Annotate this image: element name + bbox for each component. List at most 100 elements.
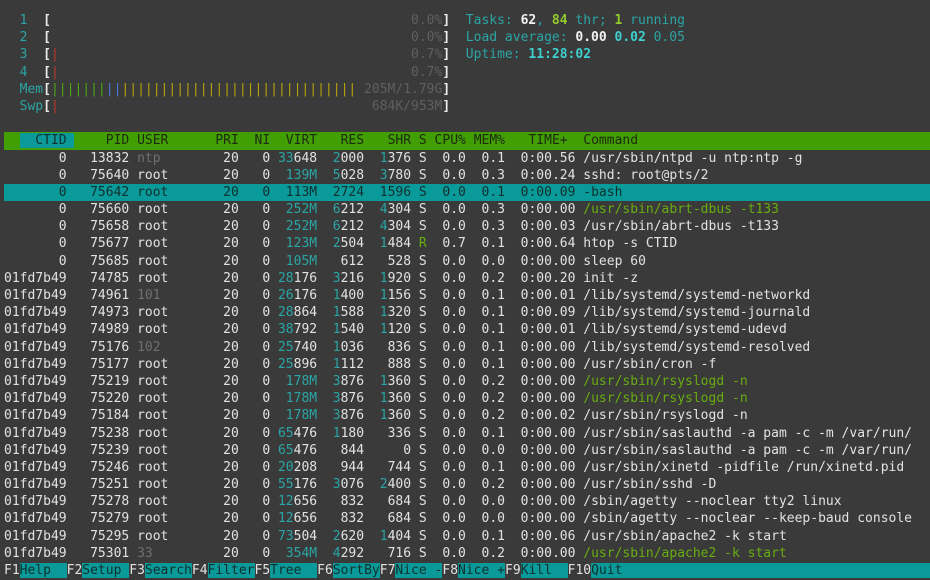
process-row-74989[interactable]: 01fd7b49 74989 root 20 0 38792 1540 1120… (4, 321, 930, 338)
fkey-label-kill[interactable]: Kill (520, 563, 568, 578)
cell-mem: 0.1 (473, 339, 506, 355)
process-row-75184[interactable]: 01fd7b49 75184 root 20 0 178M 3876 1360 … (4, 407, 930, 424)
mem-value: 400 (387, 477, 412, 493)
column-header-command[interactable]: Command (583, 133, 638, 148)
column-header-time[interactable]: TIME+ (513, 133, 576, 148)
fkey-label-filter[interactable]: Filter (207, 563, 255, 578)
process-row-13832[interactable]: 0 13832 ntp 20 0 33648 2000 1376 S 0.0 0… (4, 150, 930, 167)
process-row-75278[interactable]: 01fd7b49 75278 root 20 0 12656 832 684 S… (4, 493, 930, 510)
process-row-75640[interactable]: 0 75640 root 20 0 139M 5028 3780 S 0.0 0… (4, 167, 930, 184)
fkey-f6[interactable]: F6 (317, 563, 333, 578)
cell-pri: 20 (215, 545, 239, 561)
cell-ni: 0 (246, 408, 271, 424)
process-row-75677[interactable]: 0 75677 root 20 0 123M 2504 1484 R 0.7 0… (4, 235, 930, 252)
process-row-75246[interactable]: 01fd7b49 75246 root 20 0 20208 944 744 S… (4, 459, 930, 476)
process-row-75301[interactable]: 01fd7b49 75301 33 20 0 354M 4292 716 S 0… (4, 545, 930, 562)
mem-value: 876 (340, 408, 365, 424)
meter-space (51, 30, 411, 45)
fkey-label-setup[interactable]: Setup (82, 563, 130, 578)
process-row-75658[interactable]: 0 75658 root 20 0 252M 6212 4304 S 0.0 0… (4, 218, 930, 235)
column-header-pri[interactable]: PRI (215, 133, 238, 148)
fkey-label-nice[interactable]: Nice - (395, 563, 443, 578)
process-row-74973[interactable]: 01fd7b49 74973 root 20 0 28864 1588 1320… (4, 304, 930, 321)
fkey-f9[interactable]: F9 (505, 563, 521, 578)
process-row-75660[interactable]: 0 75660 root 20 0 252M 6212 4304 S 0.0 0… (4, 201, 930, 218)
cell-mem: 0.2 (473, 408, 506, 424)
mem-value: 484 (387, 236, 412, 252)
cell-state: S (418, 356, 427, 372)
fkey-f2[interactable]: F2 (67, 563, 83, 578)
cell-pri: 20 (215, 494, 239, 510)
process-row-74961[interactable]: 01fd7b49 74961 101 20 0 26176 1400 1156 … (4, 287, 930, 304)
process-row-75642[interactable]: 0 75642 root 20 0 113M 2724 1596 S 0.0 0… (4, 183, 930, 202)
tasks-summary-segment: , (536, 13, 552, 28)
column-header-shr[interactable]: SHR (372, 133, 412, 148)
column-header-cpu[interactable]: CPU% (435, 133, 466, 148)
process-row-74785[interactable]: 01fd7b49 74785 root 20 0 28176 3216 1920… (4, 270, 930, 287)
mem-value: 336 (371, 425, 412, 441)
load-average: Load average: 0.00 0.02 0.05 (466, 30, 685, 45)
fkey-f1[interactable]: F1 (4, 563, 20, 578)
column-header-user[interactable]: USER (137, 133, 215, 148)
fkey-label-quit[interactable]: Quit (591, 563, 930, 578)
fkey-label-nice[interactable]: Nice + (458, 563, 505, 578)
fkey-f3[interactable]: F3 (129, 563, 145, 578)
fkey-f7[interactable]: F7 (380, 563, 396, 578)
process-row-75251[interactable]: 01fd7b49 75251 root 20 0 55176 3076 2400… (4, 476, 930, 493)
cell-cpu: 0.0 (434, 425, 466, 441)
fkey-f5[interactable]: F5 (255, 563, 271, 578)
cell-command: /usr/sbin/xinetd -pidfile /run/xinetd.pi… (583, 459, 905, 475)
process-row-75239[interactable]: 01fd7b49 75239 root 20 0 65476 844 0 S 0… (4, 442, 930, 459)
process-row-75177[interactable]: 01fd7b49 75177 root 20 0 25896 1112 888 … (4, 356, 930, 373)
swap-meter-label: Swp (19, 98, 44, 114)
process-row-75219[interactable]: 01fd7b49 75219 root 20 0 178M 3876 1360 … (4, 373, 930, 390)
mem-value-thousands: 4 (371, 202, 388, 218)
column-header-mem[interactable]: MEM% (474, 133, 505, 148)
fkey-label-search[interactable]: Search (144, 563, 192, 578)
cell-command: /usr/sbin/saslauthd -a pam -c -m /var/ru… (583, 425, 913, 441)
mem-value: 864 (293, 305, 318, 321)
cell-cpu: 0.0 (434, 184, 466, 200)
column-header-pid[interactable]: PID (74, 133, 130, 148)
column-header-res[interactable]: RES (325, 133, 365, 148)
column-header-ctid[interactable]: CTID (19, 133, 75, 149)
column-header-virt[interactable]: VIRT (278, 133, 317, 148)
cell-cpu: 0.0 (434, 373, 466, 389)
fkey-f4[interactable]: F4 (192, 563, 208, 578)
process-row-75295[interactable]: 01fd7b49 75295 root 20 0 73504 2620 1404… (4, 528, 930, 545)
fkey-f10[interactable]: F10 (568, 563, 591, 578)
process-row-75220[interactable]: 01fd7b49 75220 root 20 0 178M 3876 1360 … (4, 390, 930, 407)
mem-value-thousands: 28 (277, 270, 294, 286)
fkey-f8[interactable]: F8 (442, 563, 458, 578)
column-header-state[interactable]: S (419, 133, 427, 148)
cell-ni: 0 (246, 167, 271, 183)
process-row-75238[interactable]: 01fd7b49 75238 root 20 0 65476 1180 336 … (4, 425, 930, 442)
fkey-label-sortby[interactable]: SortBy (332, 563, 380, 578)
process-row-75279[interactable]: 01fd7b49 75279 root 20 0 12656 832 684 S… (4, 510, 930, 527)
process-row-75685[interactable]: 0 75685 root 20 0 105M 612 528 S 0.0 0.0… (4, 253, 930, 270)
process-row-75176[interactable]: 01fd7b49 75176 102 20 0 25740 1036 836 S… (4, 339, 930, 356)
fkey-label-tree[interactable]: Tree (270, 563, 318, 578)
cell-command: /usr/sbin/apache2 -k start (583, 545, 787, 561)
column-header-ni[interactable]: NI (247, 133, 270, 148)
fkey-label-help[interactable]: Help (19, 563, 67, 578)
